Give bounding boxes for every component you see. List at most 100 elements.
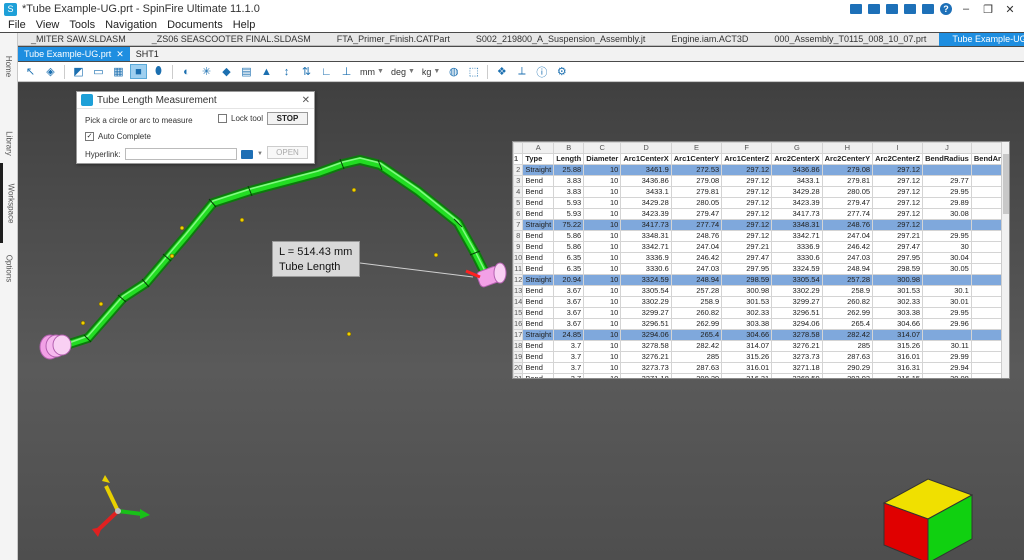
table-cell[interactable]: 5.86 xyxy=(553,241,585,253)
column-header[interactable]: Type xyxy=(522,153,555,165)
table-row[interactable]: 8 Bend 5.86 10 3348.31 248.76 297.12 3342.71 247… xyxy=(513,230,1009,242)
row-number[interactable]: 7 xyxy=(513,219,524,231)
table-cell[interactable]: 298.59 xyxy=(872,263,924,275)
table-cell[interactable]: 30.04 xyxy=(922,252,972,264)
table-cell[interactable]: 301.53 xyxy=(872,285,924,297)
table-cell[interactable]: 6.35 xyxy=(553,263,585,275)
column-header[interactable]: Length xyxy=(553,153,585,165)
restore-button[interactable]: ❐ xyxy=(980,3,996,16)
table-cell[interactable]: 10 xyxy=(583,164,622,176)
table-cell[interactable]: 20.94 xyxy=(553,274,585,286)
arc-center-point[interactable] xyxy=(169,253,175,259)
select-icon[interactable]: ↖ xyxy=(22,64,39,79)
table-cell[interactable]: 3342.71 xyxy=(620,241,672,253)
table-cell[interactable]: Bend xyxy=(522,318,555,330)
color-wheel-icon[interactable]: ◍ xyxy=(445,64,462,79)
column-letter[interactable]: D xyxy=(620,142,672,154)
menu-help[interactable]: Help xyxy=(228,19,261,31)
table-cell[interactable]: 3278.58 xyxy=(771,329,823,341)
table-cell[interactable]: 279.47 xyxy=(670,208,723,220)
annotate-icon[interactable]: ▤ xyxy=(238,64,255,79)
column-header[interactable]: Arc2CenterX xyxy=(771,153,823,165)
column-header[interactable]: Arc1CenterX xyxy=(620,153,672,165)
table-cell[interactable]: 30 xyxy=(922,241,972,253)
table-cell[interactable]: 248.94 xyxy=(670,274,723,286)
table-cell[interactable]: 300.98 xyxy=(721,285,773,297)
table-cell[interactable]: Bend xyxy=(522,186,555,198)
table-cell[interactable]: Bend xyxy=(522,296,555,308)
table-cell[interactable] xyxy=(922,329,972,341)
table-cell[interactable]: 260.82 xyxy=(821,296,874,308)
rail-options[interactable]: Options xyxy=(0,233,18,303)
table-cell[interactable]: 3299.27 xyxy=(771,296,823,308)
row-number[interactable]: 18 xyxy=(513,340,524,352)
table-cell[interactable]: 3271.18 xyxy=(620,373,672,378)
row-number[interactable]: 8 xyxy=(513,230,524,242)
table-cell[interactable]: 3273.73 xyxy=(771,351,823,363)
table-cell[interactable]: 3336.9 xyxy=(620,252,672,264)
cube-view-icon[interactable]: ◈ xyxy=(42,64,59,79)
sheet-tab-sht1[interactable]: SHT1 xyxy=(130,47,165,61)
table-cell[interactable]: 301.53 xyxy=(721,296,773,308)
table-cell[interactable]: 3273.73 xyxy=(620,362,672,374)
table-cell[interactable]: 10 xyxy=(583,263,622,275)
table-cell[interactable]: 3305.54 xyxy=(620,285,672,297)
table-cell[interactable]: 272.53 xyxy=(670,164,723,176)
table-cell[interactable]: 3324.59 xyxy=(771,263,823,275)
row-number[interactable]: 12 xyxy=(513,274,524,286)
table-cell[interactable]: 316.15 xyxy=(872,373,924,378)
table-cell[interactable]: Bend xyxy=(522,373,555,378)
table-cell[interactable]: 10 xyxy=(583,208,622,220)
table-cell[interactable]: 10 xyxy=(583,307,622,319)
close-icon[interactable]: ✕ xyxy=(116,47,124,61)
header-row[interactable]: 1 Type Length Diameter Arc1CenterX Arc1Center… xyxy=(513,153,1009,165)
arc-center-point[interactable] xyxy=(351,187,357,193)
table-cell[interactable]: 285 xyxy=(670,351,723,363)
menu-documents[interactable]: Documents xyxy=(162,19,228,31)
table-cell[interactable]: 29.94 xyxy=(922,362,972,374)
doc-tab[interactable]: _MITER SAW.SLDASM xyxy=(18,33,139,46)
row-number[interactable]: 19 xyxy=(513,351,524,363)
dialog-title-bar[interactable]: Tube Length Measurement ✕ xyxy=(77,92,314,109)
row-number[interactable]: 2 xyxy=(513,164,524,176)
save-icon[interactable] xyxy=(850,4,862,14)
table-cell[interactable]: 3296.51 xyxy=(620,318,672,330)
table-cell[interactable]: 297.12 xyxy=(721,175,773,187)
table-cell[interactable]: Bend xyxy=(522,351,555,363)
table-cell[interactable]: 5.93 xyxy=(553,197,585,209)
table-row[interactable]: 10 Bend 6.35 10 3336.9 246.42 297.47 3330.6 247.… xyxy=(513,252,1009,264)
table-cell[interactable]: 297.12 xyxy=(872,219,924,231)
table-row[interactable]: 17 Straight 24.85 10 3294.06 265.4 304.66 3278.… xyxy=(513,329,1009,341)
table-cell[interactable]: 282.42 xyxy=(670,340,723,352)
table-cell[interactable]: 297.12 xyxy=(721,197,773,209)
table-cell[interactable]: Bend xyxy=(522,362,555,374)
table-cell[interactable]: 297.95 xyxy=(872,252,924,264)
shaded-cube-icon[interactable]: ■ xyxy=(130,64,147,79)
arc-center-point[interactable] xyxy=(98,301,104,307)
3d-box-icon[interactable]: ⬚ xyxy=(465,64,482,79)
length-unit-select[interactable]: mm ▼ xyxy=(358,67,386,77)
table-cell[interactable]: 29.95 xyxy=(922,307,972,319)
table-cell[interactable]: 316.01 xyxy=(721,362,773,374)
table-cell[interactable]: 3276.21 xyxy=(620,351,672,363)
table-cell[interactable]: 285 xyxy=(821,340,874,352)
table-cell[interactable]: 265.4 xyxy=(670,329,723,341)
table-cell[interactable]: 258.9 xyxy=(670,296,723,308)
info-icon[interactable]: ⓘ xyxy=(533,64,550,79)
table-cell[interactable]: 10 xyxy=(583,329,622,341)
table-cell[interactable]: 3302.29 xyxy=(771,285,823,297)
table-cell[interactable]: 277.74 xyxy=(821,208,874,220)
table-cell[interactable]: 290.29 xyxy=(821,362,874,374)
table-cell[interactable]: 3348.31 xyxy=(771,219,823,231)
table-cell[interactable]: 3278.58 xyxy=(620,340,672,352)
table-cell[interactable]: 302.33 xyxy=(872,296,924,308)
table-row[interactable]: 2 Straight 25.88 10 3461.9 272.53 297.12 3436.8… xyxy=(513,164,1009,176)
column-header[interactable]: Arc2CenterY xyxy=(821,153,874,165)
table-cell[interactable]: 297.47 xyxy=(872,241,924,253)
table-cell[interactable]: 279.81 xyxy=(821,175,874,187)
column-header[interactable]: Diameter xyxy=(583,153,622,165)
table-cell[interactable]: Bend xyxy=(522,307,555,319)
row-number[interactable]: 16 xyxy=(513,318,524,330)
table-cell[interactable]: 30.1 xyxy=(922,285,972,297)
table-cell[interactable]: 297.47 xyxy=(721,252,773,264)
